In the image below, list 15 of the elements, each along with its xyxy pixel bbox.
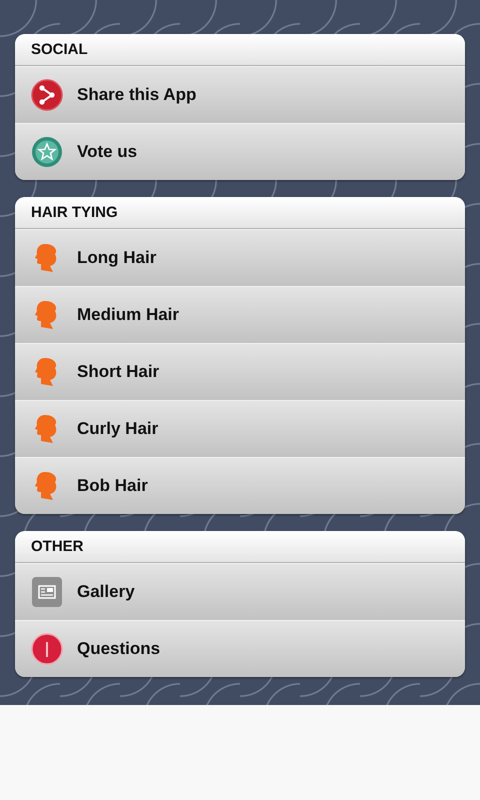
section-header: OTHER xyxy=(15,531,465,563)
menu-item[interactable]: Gallery xyxy=(15,563,465,620)
menu-item[interactable]: Questions xyxy=(15,620,465,677)
menu-item[interactable]: Vote us xyxy=(15,123,465,180)
menu-item[interactable]: Bob Hair xyxy=(15,457,465,514)
menu-item[interactable]: Curly Hair xyxy=(15,400,465,457)
section-header: SOCIAL xyxy=(15,34,465,66)
section-header: HAIR TYING xyxy=(15,197,465,229)
menu-item[interactable]: Long Hair xyxy=(15,229,465,286)
menu-item[interactable]: Medium Hair xyxy=(15,286,465,343)
info-icon xyxy=(31,633,63,665)
share-icon xyxy=(31,79,63,111)
gallery-icon xyxy=(31,576,63,608)
menu-item[interactable]: Short Hair xyxy=(15,343,465,400)
menu-item[interactable]: Share this App xyxy=(15,66,465,123)
